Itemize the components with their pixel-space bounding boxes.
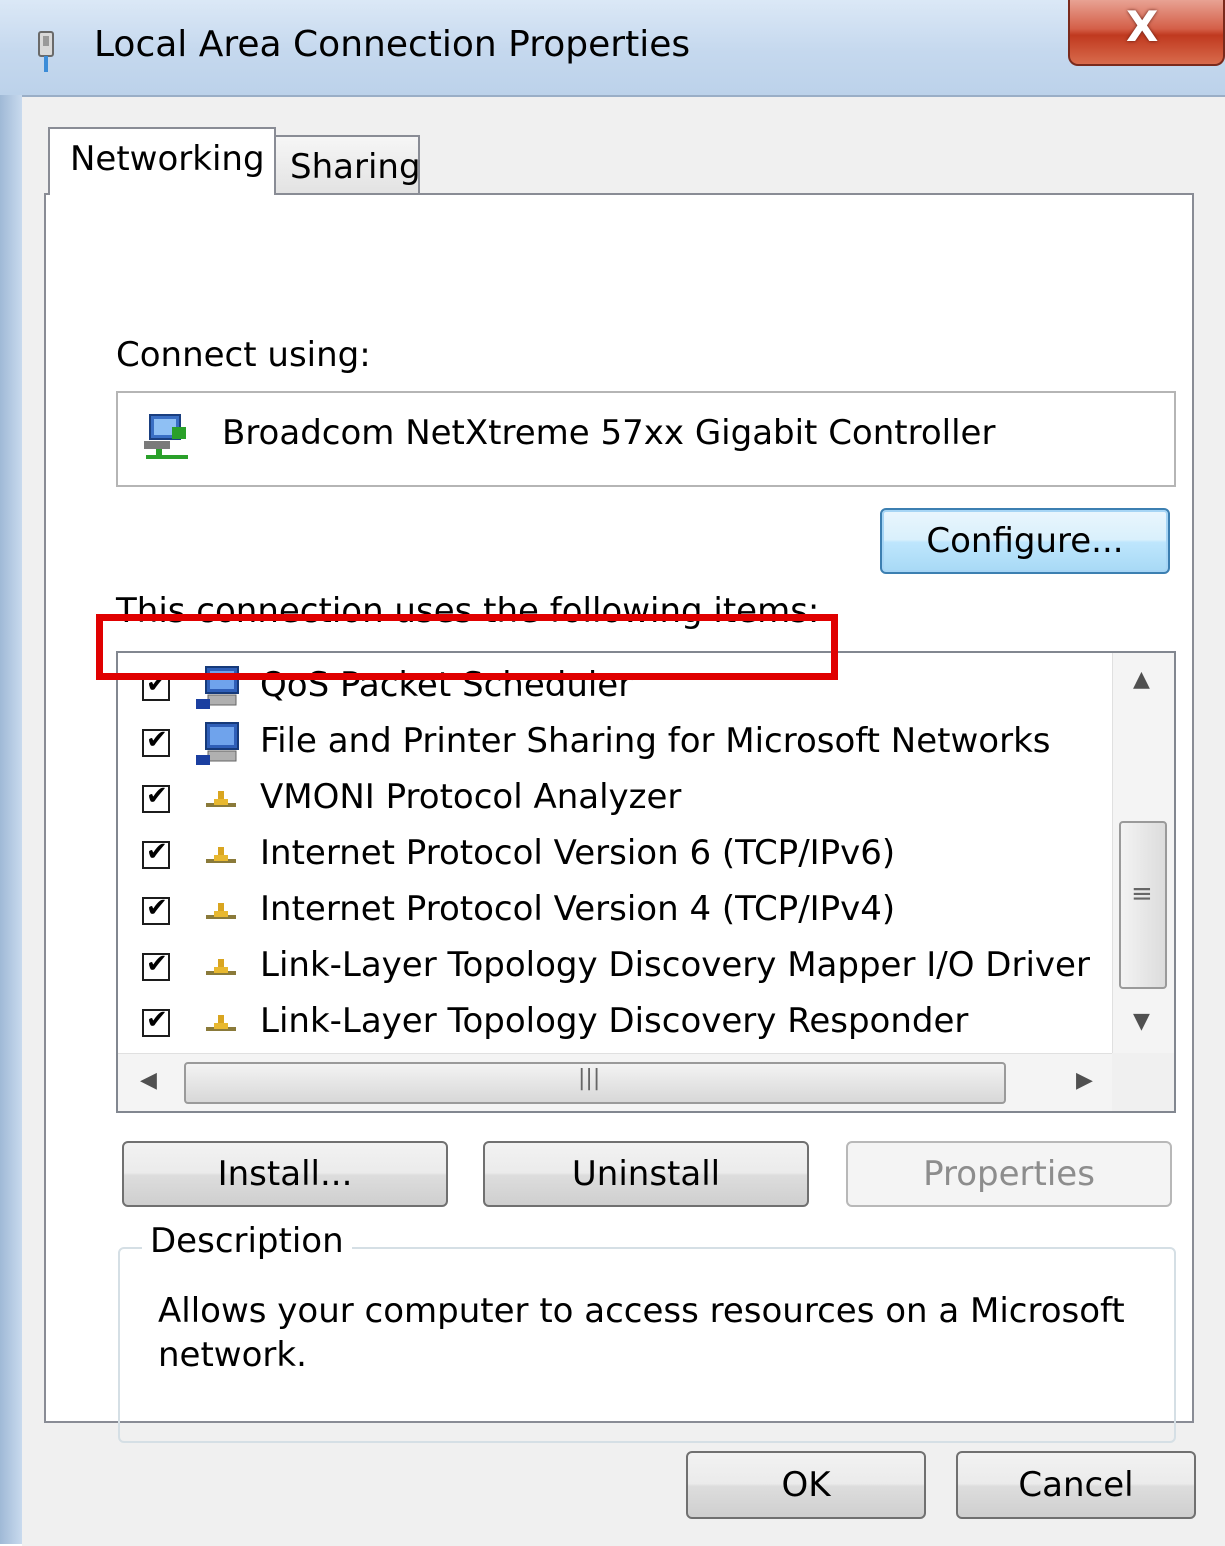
vertical-scrollbar[interactable]: ▲ ≡ ▼: [1112, 653, 1174, 1053]
tab-sharing[interactable]: Sharing: [274, 135, 421, 195]
scrollbar-corner: [1112, 1053, 1174, 1111]
description-group: Description Allows your computer to acce…: [118, 1221, 1176, 1443]
check-icon: ✔: [146, 1005, 168, 1035]
item-checkbox[interactable]: ✔: [142, 781, 170, 813]
protocol-icon: [206, 959, 236, 975]
item-checkbox[interactable]: ✔: [142, 669, 170, 701]
window-border: [0, 95, 22, 1544]
service-computer-icon: [196, 722, 239, 765]
list-item[interactable]: ✔ Internet Protocol Version 4 (TCP/IPv4): [118, 883, 1108, 939]
item-label: Link-Layer Topology Discovery Responder: [260, 1001, 969, 1041]
list-item[interactable]: ✔ File and Printer Sharing for Microsoft…: [118, 715, 1108, 771]
check-icon: ✔: [146, 837, 168, 867]
protocol-icon: [206, 847, 236, 863]
configure-button[interactable]: Configure...: [880, 508, 1170, 574]
protocol-icon: [206, 1015, 236, 1031]
description-text: Allows your computer to access resources…: [158, 1291, 1125, 1375]
ok-button[interactable]: OK: [686, 1451, 926, 1519]
horizontal-scrollbar[interactable]: ◀ ||| ▶: [118, 1053, 1112, 1111]
check-icon: ✔: [146, 949, 168, 979]
dialog-client-area: Networking Sharing Connect using: Broadc…: [22, 95, 1225, 1546]
network-connection-icon: [38, 31, 54, 72]
item-label: QoS Packet Scheduler: [260, 665, 633, 705]
item-label: Internet Protocol Version 6 (TCP/IPv6): [260, 833, 896, 873]
close-button[interactable]: X: [1068, 0, 1225, 66]
protocol-icon: [206, 791, 236, 807]
item-label: Link-Layer Topology Discovery Mapper I/O…: [260, 945, 1090, 985]
scroll-up-icon[interactable]: ▲: [1133, 667, 1150, 692]
install-button[interactable]: Install...: [122, 1141, 448, 1207]
scroll-down-icon[interactable]: ▼: [1133, 1009, 1150, 1034]
network-adapter-icon: [144, 414, 188, 459]
list-item[interactable]: ✔ VMONI Protocol Analyzer: [118, 771, 1108, 827]
list-item[interactable]: ✔ Link-Layer Topology Discovery Mapper I…: [118, 939, 1108, 995]
list-item[interactable]: ✔ Link-Layer Topology Discovery Responde…: [118, 995, 1108, 1051]
close-icon: X: [1126, 2, 1159, 51]
check-icon: ✔: [146, 893, 168, 923]
scroll-right-icon[interactable]: ▶: [1076, 1068, 1093, 1093]
connect-using-label: Connect using:: [116, 335, 371, 375]
window-title: Local Area Connection Properties: [94, 24, 691, 65]
item-checkbox[interactable]: ✔: [142, 1005, 170, 1037]
cancel-button[interactable]: Cancel: [956, 1451, 1196, 1519]
scroll-left-icon[interactable]: ◀: [140, 1068, 157, 1093]
uninstall-button[interactable]: Uninstall: [483, 1141, 809, 1207]
vertical-scroll-thumb[interactable]: ≡: [1119, 821, 1167, 989]
adapter-field: Broadcom NetXtreme 57xx Gigabit Controll…: [116, 391, 1176, 487]
check-icon: ✔: [146, 669, 168, 699]
item-checkbox[interactable]: ✔: [142, 949, 170, 981]
networking-tab-panel: Connect using: Broadcom NetXtreme 57xx G…: [44, 193, 1194, 1443]
item-checkbox[interactable]: ✔: [142, 893, 170, 925]
items-label: This connection uses the following items…: [116, 591, 820, 631]
properties-button[interactable]: Properties: [846, 1141, 1172, 1207]
item-label: Internet Protocol Version 4 (TCP/IPv4): [260, 889, 896, 929]
grip-icon: |||: [578, 1066, 601, 1091]
service-computer-icon: [196, 666, 239, 709]
item-checkbox[interactable]: ✔: [142, 725, 170, 757]
grip-icon: ≡: [1131, 879, 1153, 909]
adapter-name: Broadcom NetXtreme 57xx Gigabit Controll…: [222, 413, 996, 453]
horizontal-scroll-thumb[interactable]: |||: [184, 1062, 1006, 1104]
items-list[interactable]: ✔ QoS Packet Scheduler ✔ File and Printe…: [116, 651, 1176, 1113]
item-label: VMONI Protocol Analyzer: [260, 777, 682, 817]
list-item[interactable]: ✔ QoS Packet Scheduler: [118, 659, 1108, 715]
protocol-icon: [206, 903, 236, 919]
check-icon: ✔: [146, 781, 168, 811]
properties-window: Local Area Connection Properties X Netwo…: [0, 0, 1225, 1546]
description-legend: Description: [142, 1221, 352, 1261]
check-icon: ✔: [146, 725, 168, 755]
item-checkbox[interactable]: ✔: [142, 837, 170, 869]
list-item[interactable]: ✔ Internet Protocol Version 6 (TCP/IPv6): [118, 827, 1108, 883]
item-label: File and Printer Sharing for Microsoft N…: [260, 721, 1051, 761]
title-bar[interactable]: Local Area Connection Properties X: [0, 0, 1225, 95]
tab-networking[interactable]: Networking: [48, 127, 276, 195]
